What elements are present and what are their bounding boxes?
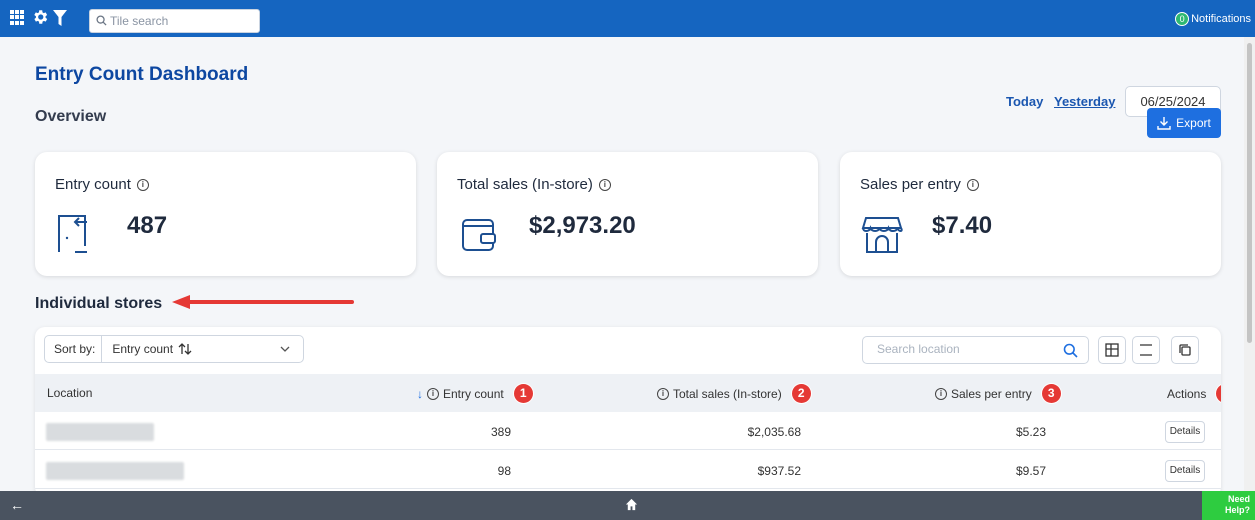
- bottom-bar: ← Need Help?: [0, 491, 1255, 520]
- kpi-title-label: Total sales (In-store): [457, 176, 593, 193]
- total-sales-cell: $2,035.68: [747, 425, 801, 439]
- column-header-label: Actions: [1167, 386, 1207, 401]
- export-button[interactable]: Export: [1147, 108, 1221, 138]
- download-icon: [1157, 117, 1171, 130]
- info-icon[interactable]: i: [935, 387, 947, 400]
- sales-per-entry-cell: $5.23: [1015, 425, 1046, 439]
- location-search-box: [862, 336, 1089, 364]
- export-label: Export: [1176, 116, 1211, 130]
- column-header-label: Entry count: [443, 386, 504, 401]
- door-enter-icon: [58, 215, 87, 253]
- kpi-title-label: Entry count: [55, 176, 131, 193]
- page-title: Entry Count Dashboard: [35, 64, 249, 85]
- scrollbar-thumb[interactable]: [1247, 43, 1252, 343]
- column-header-label: Sales per entry: [951, 386, 1032, 401]
- info-icon[interactable]: i: [427, 387, 439, 400]
- kpi-title-label: Sales per entry: [860, 176, 961, 193]
- need-help-line1: Need: [1227, 494, 1250, 504]
- filter-icon[interactable]: [53, 10, 67, 31]
- sort-by-select[interactable]: Sort by: Entry count: [44, 335, 304, 363]
- yesterday-link[interactable]: Yesterday: [1054, 94, 1115, 109]
- table-view-button[interactable]: [1098, 336, 1126, 364]
- column-header-location[interactable]: Location: [47, 386, 92, 400]
- column-header-entry-count[interactable]: ↓ i Entry count 1: [417, 384, 533, 403]
- total-sales-cell: $937.52: [757, 464, 801, 478]
- sort-by-value: Entry count: [112, 342, 174, 356]
- page-scrollbar[interactable]: [1244, 37, 1255, 491]
- kpi-title: Entry count i: [55, 176, 149, 193]
- info-icon[interactable]: i: [657, 387, 669, 400]
- copy-button[interactable]: [1171, 336, 1199, 364]
- kpi-value: 487: [127, 212, 168, 239]
- annotation-marker: 1: [513, 384, 533, 403]
- info-icon[interactable]: i: [598, 178, 611, 191]
- today-link[interactable]: Today: [1006, 94, 1043, 109]
- home-icon[interactable]: [625, 498, 638, 511]
- annotation-marker: 2: [791, 384, 811, 403]
- details-button[interactable]: Details: [1165, 460, 1205, 482]
- sort-arrow-down-icon: ↓: [417, 386, 423, 401]
- storefront-icon: [861, 217, 903, 253]
- entry-count-cell: 389: [490, 425, 511, 439]
- sort-by-label: Sort by:: [45, 336, 103, 362]
- column-header-total-sales[interactable]: i Total sales (In-store) 2: [657, 384, 811, 403]
- table-grid-icon: [1105, 343, 1119, 357]
- location-search-input[interactable]: [877, 342, 1057, 356]
- kpi-card-sales-per-entry: Sales per entry i $7.40: [840, 152, 1221, 276]
- row-density-button[interactable]: [1132, 336, 1160, 364]
- annotation-marker: 3: [1041, 384, 1061, 403]
- redacted-location: [46, 462, 184, 480]
- tile-search-box: [89, 9, 260, 33]
- kpi-title: Total sales (In-store) i: [457, 176, 611, 193]
- annotation-arrow-icon: [172, 295, 354, 309]
- density-icon: [1140, 344, 1152, 356]
- kpi-card-entry-count: Entry count i 487: [35, 152, 416, 276]
- kpi-value: $7.40: [932, 212, 993, 239]
- back-arrow-icon[interactable]: ←: [10, 497, 24, 513]
- annotation-marker: 4: [1216, 384, 1221, 403]
- kpi-card-total-sales: Total sales (In-store) i $2,973.20: [437, 152, 818, 276]
- need-help-button[interactable]: Need Help?: [1202, 491, 1255, 520]
- wallet-icon: [462, 219, 496, 251]
- notifications-count-badge: 0: [1175, 12, 1190, 26]
- gear-icon[interactable]: [31, 8, 49, 31]
- stores-table-card: Sort by: Entry count Location ↓ i Entry …: [35, 327, 1221, 497]
- info-icon[interactable]: i: [136, 178, 149, 191]
- table-row[interactable]: 389 $2,035.68 $5.23 Details: [35, 412, 1221, 450]
- app-grid-icon[interactable]: [10, 10, 25, 25]
- sales-per-entry-cell: $9.57: [1015, 464, 1046, 478]
- overview-heading: Overview: [35, 108, 107, 125]
- notifications-label: Notifications: [1191, 13, 1251, 25]
- top-bar: 0 Notifications: [0, 0, 1255, 37]
- search-icon: [96, 15, 107, 26]
- column-header-label: Location: [47, 386, 93, 400]
- column-header-actions: Actions 4: [1167, 384, 1221, 403]
- kpi-title: Sales per entry i: [860, 176, 979, 193]
- search-icon[interactable]: [1063, 343, 1078, 358]
- chevron-down-icon: [280, 346, 290, 352]
- entry-count-cell: 98: [497, 464, 511, 478]
- tile-search-input[interactable]: [110, 12, 255, 30]
- copy-icon: [1179, 344, 1191, 356]
- details-button[interactable]: Details: [1165, 421, 1205, 443]
- column-header-label: Total sales (In-store): [673, 386, 782, 401]
- column-header-sales-per-entry[interactable]: i Sales per entry 3: [935, 384, 1061, 403]
- notifications-button[interactable]: 0 Notifications: [1175, 12, 1251, 26]
- table-header: Location ↓ i Entry count 1 i Total sales…: [35, 374, 1221, 412]
- redacted-location: [46, 423, 154, 441]
- info-icon[interactable]: i: [966, 178, 979, 191]
- individual-stores-heading: Individual stores: [35, 295, 163, 312]
- table-row[interactable]: 98 $937.52 $9.57 Details: [35, 451, 1221, 489]
- sort-direction-icon: [178, 343, 192, 355]
- need-help-line2: Help?: [1224, 505, 1250, 515]
- kpi-value: $2,973.20: [529, 212, 636, 239]
